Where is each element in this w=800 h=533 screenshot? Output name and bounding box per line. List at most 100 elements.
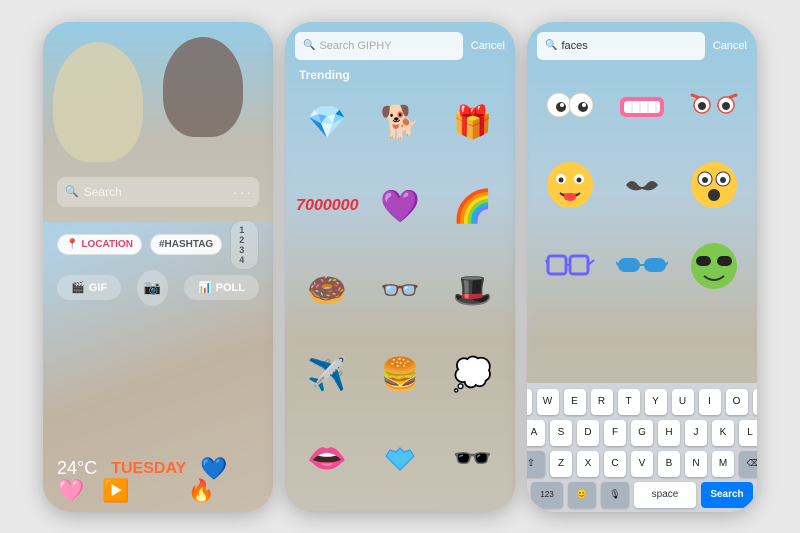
face-googly-eyes [535, 70, 605, 140]
gif-button[interactable]: 🎬 GIF [57, 275, 121, 300]
key-a[interactable]: A [527, 420, 545, 446]
face-cool-glasses [607, 231, 677, 301]
key-u[interactable]: U [672, 389, 694, 415]
key-o[interactable]: O [726, 389, 748, 415]
key-p[interactable]: P [753, 389, 758, 415]
phone2-sticker-grid: 💎 🐕 🎁 7000000 💜 🌈 🍩 👓 🎩 ✈️ 🍔 💭 👄 🕶️ [293, 87, 507, 504]
phone-3: 🔍 faces Cancel [527, 22, 757, 512]
sticker-lips: 👄 [293, 423, 362, 493]
key-n[interactable]: N [685, 451, 707, 477]
youtube-icon: ▶️ [102, 478, 129, 504]
heart-pink-icon: 🩷 [57, 478, 84, 504]
sticker-rainbow: 🌈 [438, 171, 507, 241]
day-display: TUESDAY [111, 460, 186, 478]
keyboard-row-3: ⇧ Z X C V B N M ⌫ [531, 451, 753, 477]
sticker-eyes: 👓 [366, 255, 435, 325]
trending-label: Trending [299, 68, 350, 82]
key-delete[interactable]: ⌫ [739, 451, 757, 477]
key-y[interactable]: Y [645, 389, 667, 415]
faces-search-bar[interactable]: 🔍 faces [537, 32, 705, 60]
phone1-sticker-row: 📍 LOCATION #HASHTAG 1 2 3 4 [57, 220, 259, 270]
key-f[interactable]: F [604, 420, 626, 446]
phone3-top-bar: 🔍 faces Cancel [537, 32, 747, 60]
sticker-blueheart [366, 423, 435, 493]
key-k[interactable]: K [712, 420, 734, 446]
sticker-dog: 🐕 [366, 87, 435, 157]
phone1-dots: ··· [233, 184, 253, 200]
sticker-cloud: 💭 [438, 339, 507, 409]
phone-2: 🔍 Search GIPHY Cancel Trending 💎 🐕 🎁 700… [285, 22, 515, 512]
phone1-bottom-icons: 🩷 ▶️ 🔥 [57, 478, 215, 504]
key-x[interactable]: X [577, 451, 599, 477]
key-microphone[interactable]: 🎙 [601, 482, 629, 508]
faces-cancel-button[interactable]: Cancel [713, 40, 747, 52]
sticker-crystal: 💎 [293, 87, 362, 157]
phone1-search-text: Search [84, 185, 122, 199]
face-square-glasses [535, 231, 605, 301]
giphy-search-icon: 🔍 [303, 40, 315, 51]
face-angry-eyes [679, 70, 749, 140]
hashtag-sticker[interactable]: #HASHTAG [150, 234, 222, 255]
phone-1: 🔍 Search ··· 📍 LOCATION #HASHTAG 1 2 3 4… [43, 22, 273, 512]
fire-icon: 🔥 [188, 478, 215, 504]
keyboard[interactable]: Q W E R T Y U I O P A S D F G H J K L ⇧ … [527, 383, 757, 512]
keyboard-row-2: A S D F G H J K L [531, 420, 753, 446]
key-c[interactable]: C [604, 451, 626, 477]
giphy-search-placeholder: Search GIPHY [319, 40, 391, 52]
key-shift[interactable]: ⇧ [527, 451, 545, 477]
key-123[interactable]: 123 [531, 482, 563, 508]
key-z[interactable]: Z [550, 451, 572, 477]
location-icon: 📍 [66, 239, 78, 250]
key-j[interactable]: J [685, 420, 707, 446]
sticker-plane: ✈️ [293, 339, 362, 409]
giphy-cancel-button[interactable]: Cancel [471, 40, 505, 52]
key-g[interactable]: G [631, 420, 653, 446]
sticker-sunglasses: 🕶️ [438, 423, 507, 493]
phone3-face-grid [535, 70, 749, 310]
key-h[interactable]: H [658, 420, 680, 446]
phone1-search-bar[interactable]: 🔍 Search [57, 177, 259, 207]
key-t[interactable]: T [618, 389, 640, 415]
faces-search-icon: 🔍 [545, 40, 557, 51]
poll-button[interactable]: 📊 POLL [184, 275, 259, 300]
face-teeth [607, 70, 677, 140]
key-v[interactable]: V [631, 451, 653, 477]
key-space[interactable]: space [634, 482, 696, 508]
sticker-burger: 🍔 [366, 339, 435, 409]
phone2-top-bar: 🔍 Search GIPHY Cancel [295, 32, 505, 60]
face-mustache [607, 150, 677, 220]
keyboard-row-1: Q W E R T Y U I O P [531, 389, 753, 415]
key-r[interactable]: R [591, 389, 613, 415]
key-emoji[interactable]: 😊 [568, 482, 596, 508]
sticker-heart: 💜 [366, 171, 435, 241]
sticker-gift: 🎁 [438, 87, 507, 157]
key-m[interactable]: M [712, 451, 734, 477]
key-l[interactable]: L [739, 420, 757, 446]
key-i[interactable]: I [699, 389, 721, 415]
gif-icon: 🎬 [71, 281, 85, 294]
key-q[interactable]: Q [527, 389, 532, 415]
key-s[interactable]: S [550, 420, 572, 446]
number-sticker[interactable]: 1 2 3 4 [230, 220, 259, 270]
key-e[interactable]: E [564, 389, 586, 415]
camera-button[interactable]: 📷 [137, 270, 168, 306]
key-b[interactable]: B [658, 451, 680, 477]
search-icon: 🔍 [65, 185, 79, 198]
camera-icon: 📷 [144, 279, 161, 296]
giphy-search-bar[interactable]: 🔍 Search GIPHY [295, 32, 463, 60]
keyboard-bottom-row: 123 😊 🎙 space Search [531, 482, 753, 508]
search-button[interactable]: Search [701, 482, 753, 508]
phone1-tools-row: 🎬 GIF 📷 📊 POLL [57, 270, 259, 306]
faces-search-value: faces [561, 40, 587, 52]
sticker-donut: 🍩 [293, 255, 362, 325]
temperature-display: 24°C [57, 458, 97, 479]
key-d[interactable]: D [577, 420, 599, 446]
face-green-cool [679, 231, 749, 301]
location-sticker[interactable]: 📍 LOCATION [57, 234, 142, 255]
sticker-hat: 🎩 [438, 255, 507, 325]
face-tongue [535, 150, 605, 220]
poll-icon: 📊 [198, 281, 212, 294]
sticker-7million: 7000000 [293, 171, 362, 241]
key-w[interactable]: W [537, 389, 559, 415]
face-surprised [679, 150, 749, 220]
